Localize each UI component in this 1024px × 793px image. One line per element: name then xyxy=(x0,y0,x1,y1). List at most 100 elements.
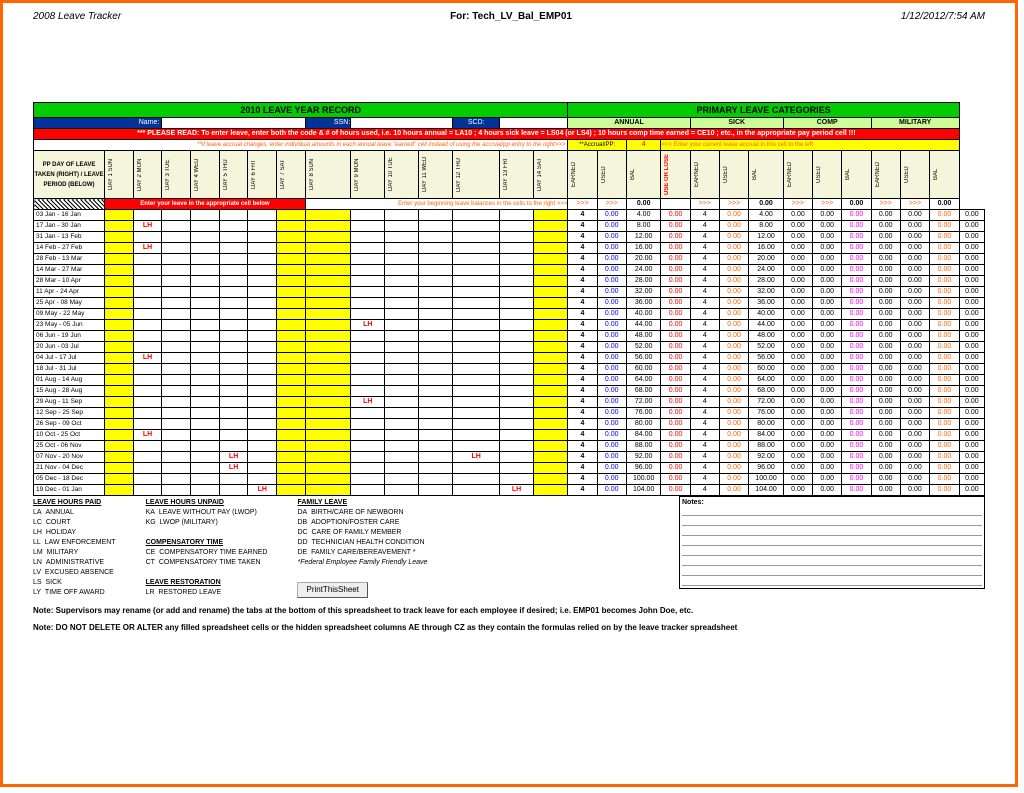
cell-14-2[interactable] xyxy=(133,364,162,375)
cell-5-10[interactable] xyxy=(385,265,419,276)
cell-10-7[interactable] xyxy=(277,320,306,331)
cell-7-5[interactable] xyxy=(219,287,248,298)
print-button[interactable]: PrintThisSheet xyxy=(297,582,367,598)
cell-19-3[interactable] xyxy=(162,419,191,430)
cell-17-5[interactable] xyxy=(219,397,248,408)
cell-8-6[interactable] xyxy=(248,298,277,309)
ssn-input[interactable] xyxy=(351,118,453,129)
cell-4-11[interactable] xyxy=(419,254,453,265)
cell-16-7[interactable] xyxy=(277,386,306,397)
cell-11-2[interactable] xyxy=(133,331,162,342)
cell-16-11[interactable] xyxy=(419,386,453,397)
cell-9-1[interactable] xyxy=(105,309,134,320)
cell-15-7[interactable] xyxy=(277,375,306,386)
cell-5-12[interactable] xyxy=(453,265,500,276)
cell-20-3[interactable] xyxy=(162,430,191,441)
cell-16-14[interactable] xyxy=(534,386,568,397)
cell-23-8[interactable] xyxy=(305,463,350,474)
cell-22-10[interactable] xyxy=(385,452,419,463)
cell-9-14[interactable] xyxy=(534,309,568,320)
cell-22-5[interactable]: LH xyxy=(219,452,248,463)
cell-10-11[interactable] xyxy=(419,320,453,331)
cell-9-9[interactable] xyxy=(351,309,385,320)
cell-22-8[interactable] xyxy=(305,452,350,463)
cell-15-8[interactable] xyxy=(305,375,350,386)
cell-3-2[interactable]: LH xyxy=(133,243,162,254)
cell-21-8[interactable] xyxy=(305,441,350,452)
cell-12-4[interactable] xyxy=(191,342,220,353)
cell-19-13[interactable] xyxy=(499,419,533,430)
cell-21-2[interactable] xyxy=(133,441,162,452)
cell-23-14[interactable] xyxy=(534,463,568,474)
cell-1-10[interactable] xyxy=(385,221,419,232)
cell-16-1[interactable] xyxy=(105,386,134,397)
cell-1-12[interactable] xyxy=(453,221,500,232)
cell-7-11[interactable] xyxy=(419,287,453,298)
cell-10-5[interactable] xyxy=(219,320,248,331)
cell-4-14[interactable] xyxy=(534,254,568,265)
cell-19-8[interactable] xyxy=(305,419,350,430)
cell-15-2[interactable] xyxy=(133,375,162,386)
cell-22-2[interactable] xyxy=(133,452,162,463)
cell-4-1[interactable] xyxy=(105,254,134,265)
cell-9-11[interactable] xyxy=(419,309,453,320)
cell-21-4[interactable] xyxy=(191,441,220,452)
cell-11-10[interactable] xyxy=(385,331,419,342)
cell-24-1[interactable] xyxy=(105,474,134,485)
cell-20-7[interactable] xyxy=(277,430,306,441)
cell-11-6[interactable] xyxy=(248,331,277,342)
cell-17-2[interactable] xyxy=(133,397,162,408)
cell-10-10[interactable] xyxy=(385,320,419,331)
cell-14-12[interactable] xyxy=(453,364,500,375)
cell-6-11[interactable] xyxy=(419,276,453,287)
cell-2-2[interactable] xyxy=(133,232,162,243)
cell-18-4[interactable] xyxy=(191,408,220,419)
cell-25-4[interactable] xyxy=(191,485,220,496)
cell-21-13[interactable] xyxy=(499,441,533,452)
cell-1-6[interactable] xyxy=(248,221,277,232)
cell-8-10[interactable] xyxy=(385,298,419,309)
cell-13-3[interactable] xyxy=(162,353,191,364)
cell-10-8[interactable] xyxy=(305,320,350,331)
cell-12-5[interactable] xyxy=(219,342,248,353)
cell-2-10[interactable] xyxy=(385,232,419,243)
cell-20-11[interactable] xyxy=(419,430,453,441)
cell-12-9[interactable] xyxy=(351,342,385,353)
cell-8-3[interactable] xyxy=(162,298,191,309)
cell-22-9[interactable] xyxy=(351,452,385,463)
cell-3-10[interactable] xyxy=(385,243,419,254)
cell-18-9[interactable] xyxy=(351,408,385,419)
cell-25-8[interactable] xyxy=(305,485,350,496)
cell-19-6[interactable] xyxy=(248,419,277,430)
cell-16-2[interactable] xyxy=(133,386,162,397)
cell-19-10[interactable] xyxy=(385,419,419,430)
cell-11-3[interactable] xyxy=(162,331,191,342)
cell-13-7[interactable] xyxy=(277,353,306,364)
cell-6-3[interactable] xyxy=(162,276,191,287)
cell-11-7[interactable] xyxy=(277,331,306,342)
cell-15-12[interactable] xyxy=(453,375,500,386)
cell-23-6[interactable] xyxy=(248,463,277,474)
cell-9-10[interactable] xyxy=(385,309,419,320)
cell-18-1[interactable] xyxy=(105,408,134,419)
cell-6-10[interactable] xyxy=(385,276,419,287)
cell-8-8[interactable] xyxy=(305,298,350,309)
cell-17-3[interactable] xyxy=(162,397,191,408)
cell-25-13[interactable]: LH xyxy=(499,485,533,496)
cell-8-1[interactable] xyxy=(105,298,134,309)
cell-24-7[interactable] xyxy=(277,474,306,485)
cell-6-13[interactable] xyxy=(499,276,533,287)
cell-2-8[interactable] xyxy=(305,232,350,243)
cell-25-12[interactable] xyxy=(453,485,500,496)
cell-22-1[interactable] xyxy=(105,452,134,463)
cell-21-10[interactable] xyxy=(385,441,419,452)
cell-3-9[interactable] xyxy=(351,243,385,254)
cell-6-4[interactable] xyxy=(191,276,220,287)
cell-12-11[interactable] xyxy=(419,342,453,353)
cell-23-7[interactable] xyxy=(277,463,306,474)
cell-14-1[interactable] xyxy=(105,364,134,375)
cell-18-5[interactable] xyxy=(219,408,248,419)
cell-14-13[interactable] xyxy=(499,364,533,375)
cell-6-14[interactable] xyxy=(534,276,568,287)
cell-21-9[interactable] xyxy=(351,441,385,452)
